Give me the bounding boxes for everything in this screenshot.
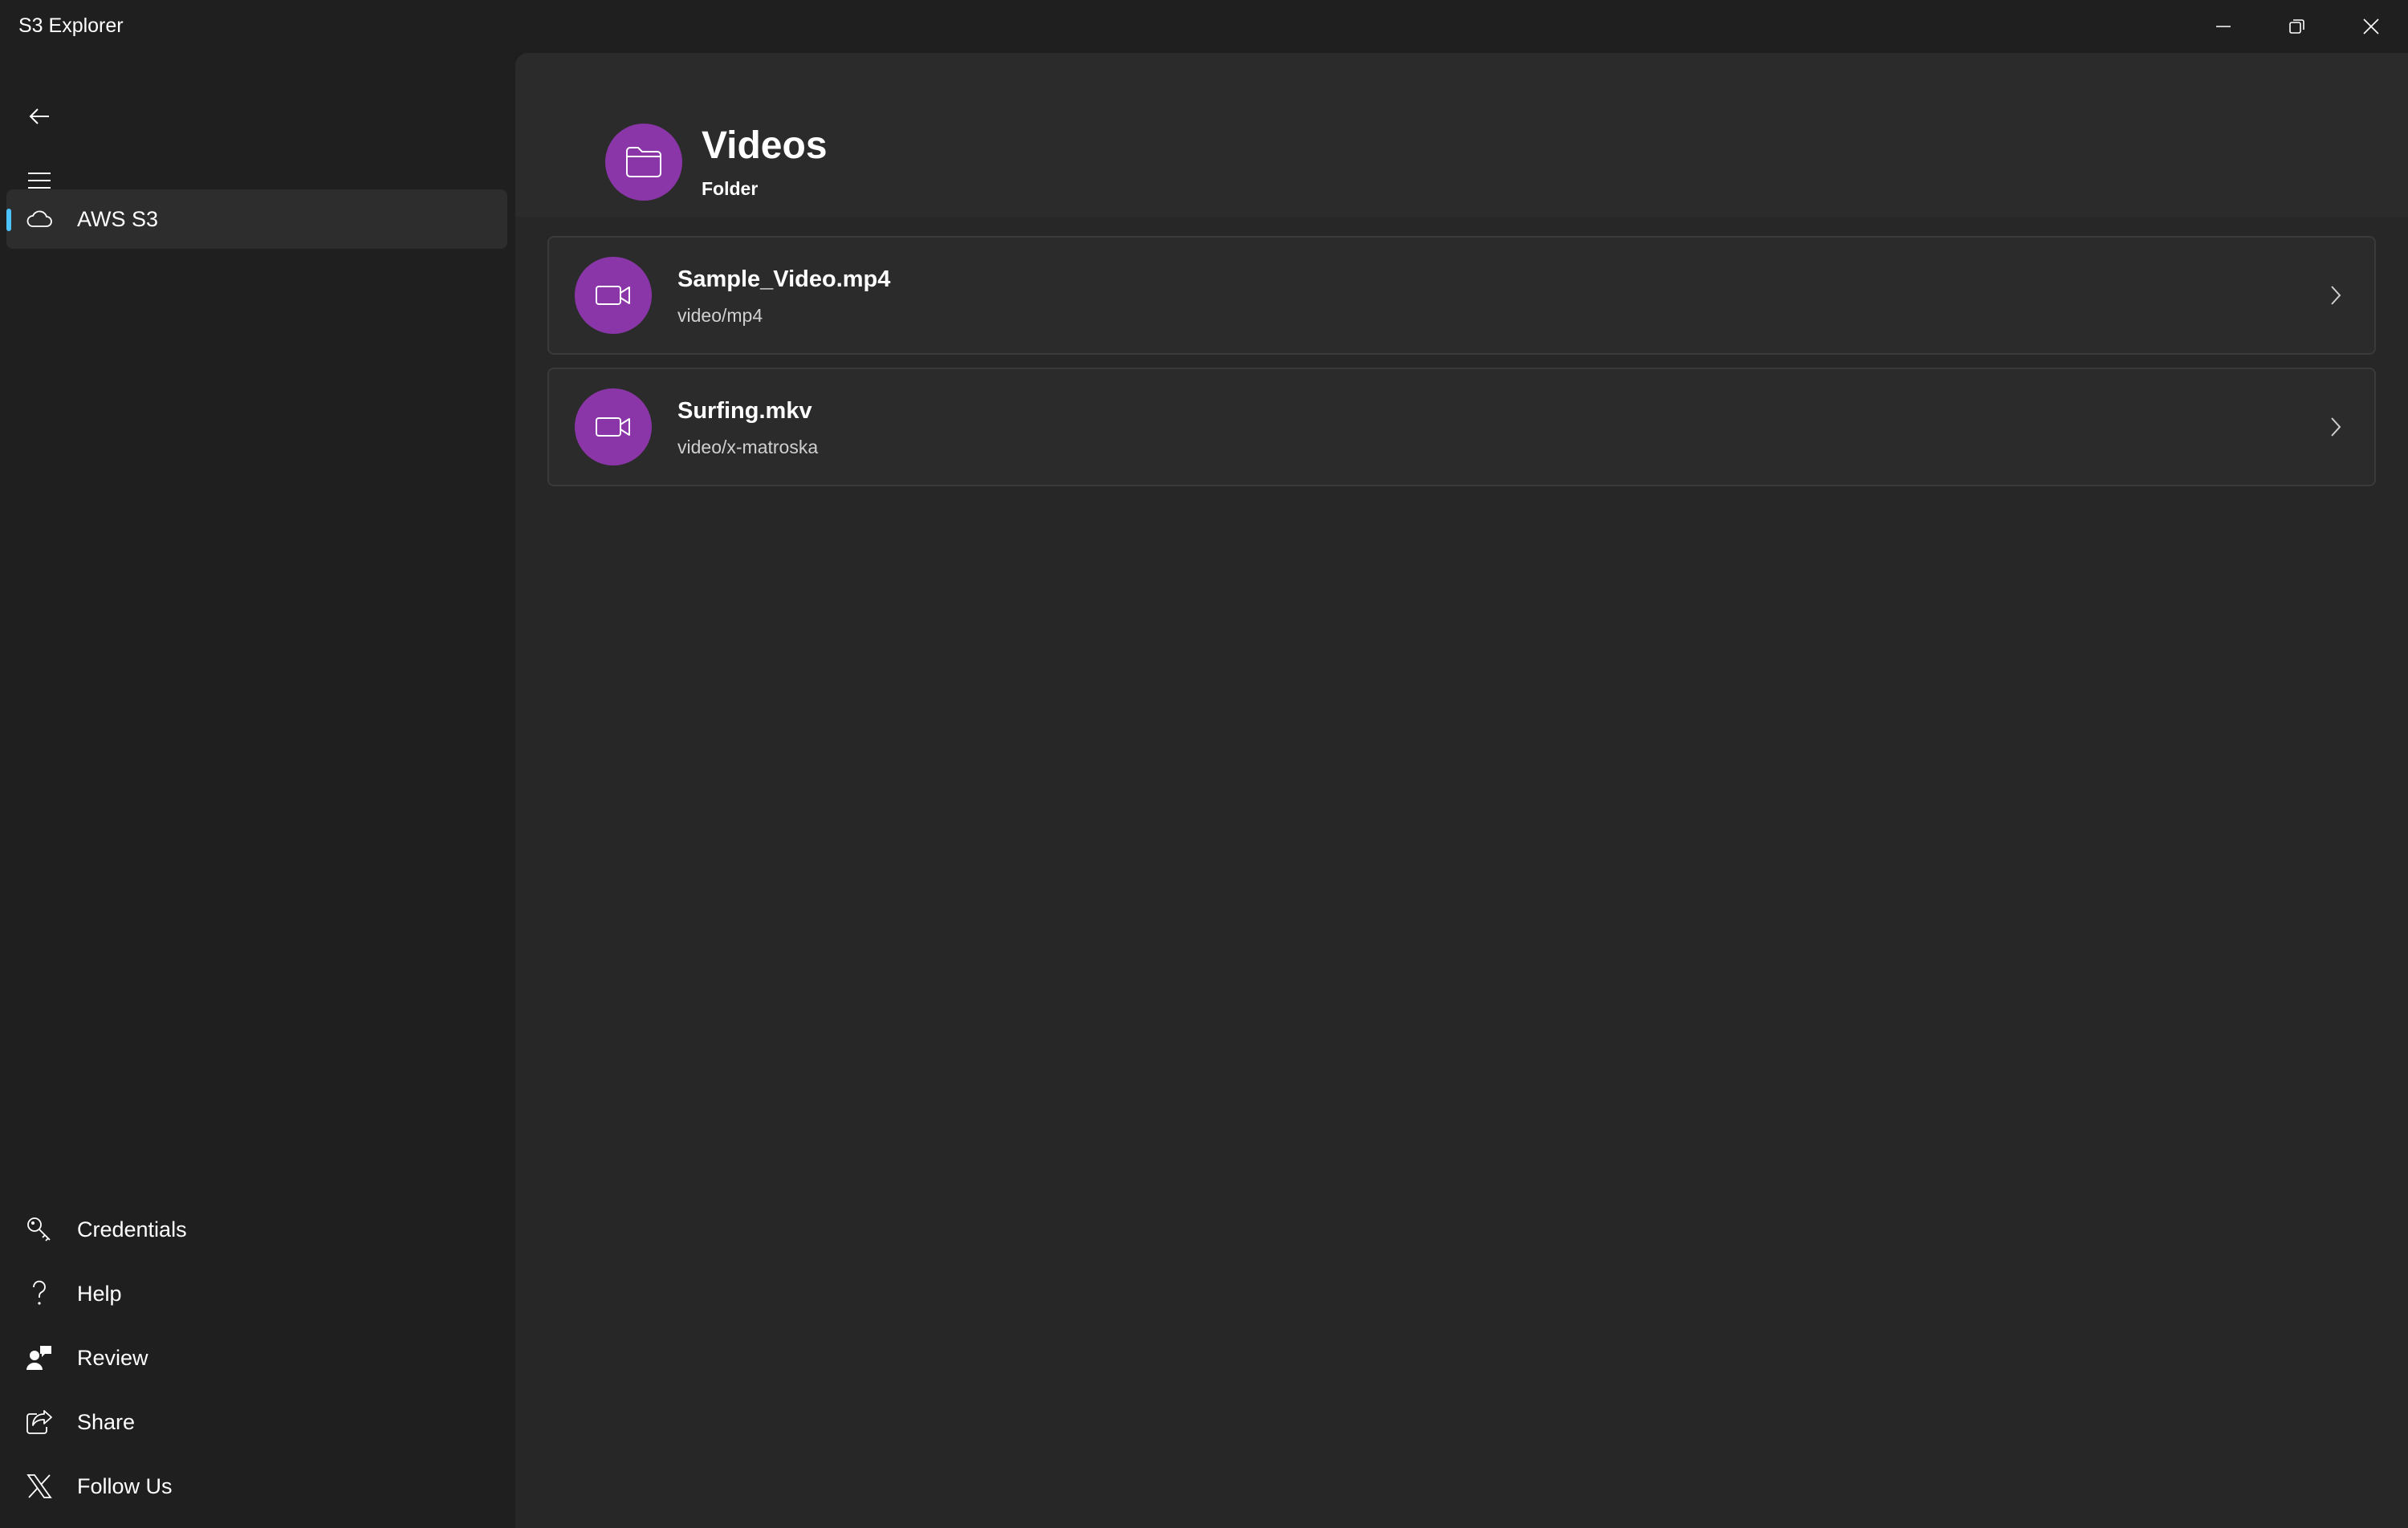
- chevron-right-icon: [2321, 281, 2350, 310]
- title-bar: S3 Explorer: [0, 0, 2408, 53]
- minimize-icon: [2216, 26, 2231, 27]
- nav-item-share[interactable]: Share: [6, 1392, 507, 1452]
- page-title: Videos: [702, 124, 828, 167]
- chevron-right-icon: [2321, 412, 2350, 441]
- selection-indicator: [6, 209, 11, 231]
- app-title: S3 Explorer: [18, 14, 124, 37]
- key-icon: [24, 1214, 55, 1245]
- back-arrow-icon: [29, 108, 49, 124]
- nav-label-aws-s3: AWS S3: [77, 206, 159, 231]
- folder-header: Videos Folder: [515, 53, 2408, 217]
- nav-item-aws-s3[interactable]: AWS S3: [6, 189, 507, 249]
- file-name: Surfing.mkv: [677, 398, 812, 424]
- page-subtitle: Folder: [702, 178, 759, 199]
- person-feedback-icon: [24, 1343, 55, 1373]
- file-mime-type: video/x-matroska: [677, 437, 819, 457]
- video-camera-icon: [596, 286, 630, 305]
- question-icon: [24, 1278, 55, 1309]
- file-item-surfing[interactable]: Surfing.mkv video/x-matroska: [547, 368, 2376, 486]
- file-item-sample-video[interactable]: Sample_Video.mp4 video/mp4: [547, 236, 2376, 355]
- folder-avatar: [605, 124, 682, 201]
- cloud-icon: [24, 204, 55, 234]
- nav-item-credentials[interactable]: Credentials: [6, 1200, 507, 1259]
- nav-label-review: Review: [77, 1345, 148, 1370]
- nav-label-share: Share: [77, 1409, 136, 1434]
- close-button[interactable]: [2334, 0, 2408, 53]
- file-avatar: [575, 388, 652, 465]
- content-area: Videos Folder Sample_Video.mp4 video/mp4: [515, 53, 2408, 1528]
- nav-item-review[interactable]: Review: [6, 1328, 507, 1388]
- file-mime-type: video/mp4: [677, 305, 763, 326]
- nav-label-follow-us: Follow Us: [77, 1473, 173, 1498]
- restore-icon: [2289, 19, 2304, 34]
- folder-icon: [626, 147, 661, 177]
- share-icon: [24, 1407, 55, 1437]
- close-icon: [2363, 18, 2379, 35]
- nav-item-help[interactable]: Help: [6, 1264, 507, 1323]
- file-avatar: [575, 257, 652, 334]
- navigation-pane: AWS S3 Credentials Help Review Share Fol…: [0, 53, 515, 1528]
- nav-item-follow-us[interactable]: Follow Us: [6, 1457, 507, 1516]
- x-logo-icon: [24, 1471, 55, 1502]
- file-name: Sample_Video.mp4: [677, 266, 891, 292]
- back-button[interactable]: [11, 88, 67, 144]
- restore-button[interactable]: [2260, 0, 2334, 53]
- video-camera-icon: [596, 417, 630, 437]
- minimize-button[interactable]: [2186, 0, 2260, 53]
- nav-label-help: Help: [77, 1281, 122, 1306]
- nav-label-credentials: Credentials: [77, 1217, 187, 1242]
